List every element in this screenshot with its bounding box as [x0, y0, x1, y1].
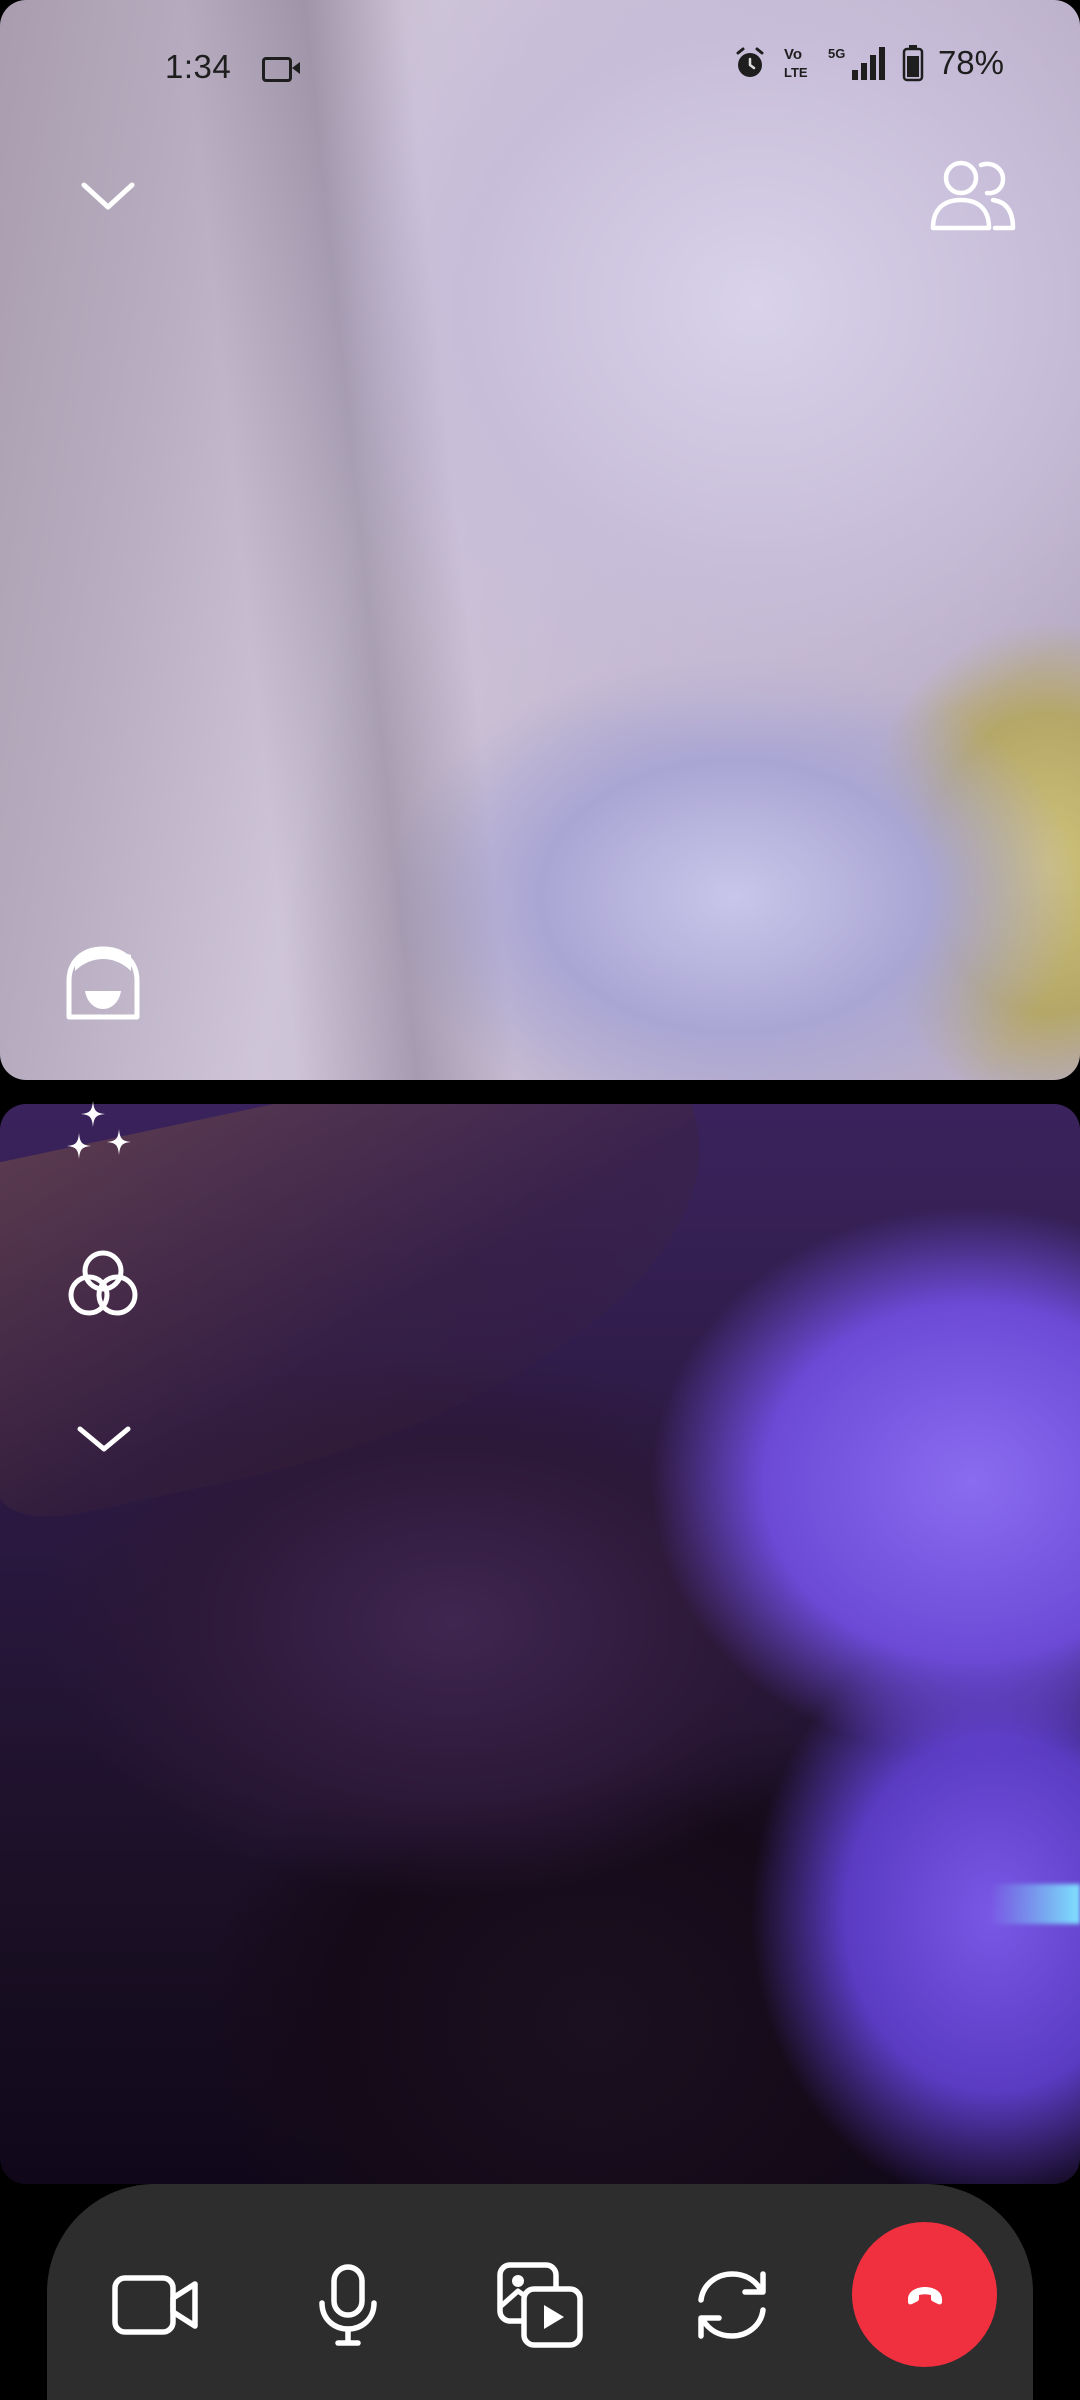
chevron-down-icon	[77, 1426, 131, 1452]
microphone-icon	[319, 2264, 377, 2346]
flip-camera-button[interactable]	[672, 2245, 792, 2365]
battery-percent: 78%	[937, 44, 1004, 81]
participants-button[interactable]	[922, 150, 1022, 240]
effects-button[interactable]	[58, 1092, 148, 1182]
participants-icon	[930, 160, 1016, 231]
chevron-down-icon	[81, 182, 135, 210]
remote-video-tile[interactable]	[0, 0, 1080, 1080]
volte-icon: Vo LTE	[784, 46, 808, 80]
filters-button[interactable]	[58, 1240, 148, 1330]
status-indicators: Vo LTE 5G 78%	[732, 44, 1004, 82]
status-time: 1:34	[165, 48, 232, 85]
hang-up-icon	[907, 2286, 942, 2304]
alarm-icon	[736, 47, 764, 77]
end-call-button[interactable]	[852, 2222, 997, 2367]
avatar-reaction-icon	[66, 946, 140, 1020]
filters-icon	[68, 1250, 138, 1316]
video-call-screen: 1:34 Vo LTE 5G 78%	[0, 0, 1080, 2400]
share-media-button[interactable]	[480, 2245, 600, 2365]
video-content-light	[990, 1884, 1080, 1924]
video-camera-icon	[112, 2275, 198, 2335]
battery-icon	[902, 45, 924, 82]
status-bar: 1:34 Vo LTE 5G 78%	[0, 0, 1080, 136]
avatar-reaction-button[interactable]	[58, 938, 148, 1028]
video-content	[183, 0, 517, 1080]
flip-camera-icon	[698, 2271, 766, 2339]
svg-text:LTE: LTE	[784, 65, 808, 80]
mute-button[interactable]	[288, 2245, 408, 2365]
signal-5g-icon: 5G	[828, 46, 885, 80]
video-toggle-button[interactable]	[96, 2245, 216, 2365]
svg-text:Vo: Vo	[784, 46, 802, 63]
media-share-icon	[497, 2262, 583, 2348]
more-tools-button[interactable]	[68, 1414, 140, 1464]
effects-sparkle-icon	[67, 1101, 131, 1159]
video-recording-icon	[262, 57, 300, 82]
self-video-tile[interactable]	[0, 1104, 1080, 2184]
minimize-call-button[interactable]	[72, 160, 144, 232]
svg-text:5G: 5G	[828, 46, 845, 61]
